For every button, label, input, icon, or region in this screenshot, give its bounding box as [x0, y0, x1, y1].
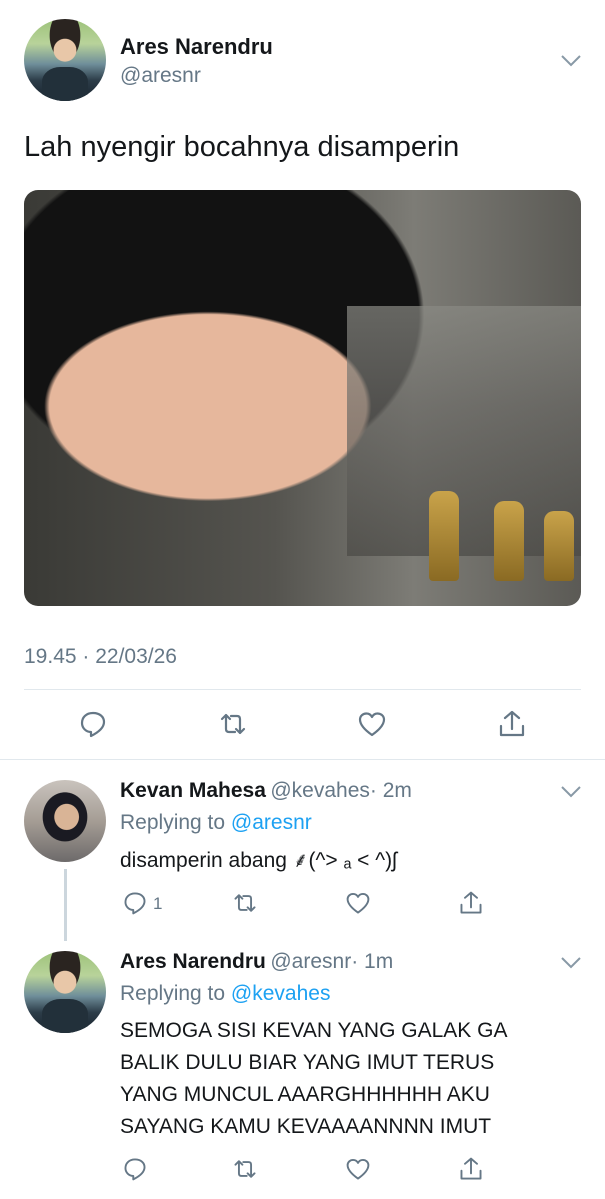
retweet-icon[interactable]	[232, 890, 258, 916]
chevron-down-icon[interactable]	[560, 956, 582, 970]
reply-header: Ares Narendru @aresnr· 1m	[120, 950, 393, 974]
author-name[interactable]: Ares Narendru	[120, 950, 266, 973]
reply-age: · 2m	[369, 779, 412, 802]
reply-text-line: SEMOGA SISI KEVAN YANG GALAK GA	[120, 1019, 508, 1042]
share-icon[interactable]	[458, 890, 484, 916]
retweet-icon[interactable]	[218, 709, 248, 739]
share-icon[interactable]	[497, 709, 527, 739]
share-icon[interactable]	[458, 1156, 484, 1182]
reply-age: · 1m	[351, 950, 394, 973]
retweet-icon[interactable]	[232, 1156, 258, 1182]
thread-connector	[64, 869, 67, 941]
heart-icon[interactable]	[345, 1156, 371, 1182]
reply-text: disamperin abang ⸙(^> ₐ < ^)ʃ	[120, 849, 397, 872]
speech-bubble-icon[interactable]	[122, 1156, 148, 1182]
author-name[interactable]: Ares Narendru	[120, 34, 273, 60]
replying-to: Replying to @kevahes	[120, 982, 331, 1005]
divider	[24, 689, 581, 690]
heart-icon[interactable]	[345, 890, 371, 916]
reply-text-line: SAYANG KAMU KEVAAAANNNN IMUT	[120, 1115, 492, 1138]
reply-count: 1	[153, 894, 163, 913]
author-name[interactable]: Kevan Mahesa	[120, 779, 266, 802]
avatar[interactable]	[24, 19, 106, 101]
tweet-photo[interactable]	[24, 190, 581, 606]
mention-link[interactable]: @kevahes	[231, 982, 331, 1005]
speech-bubble-icon[interactable]	[78, 709, 108, 739]
mention-link[interactable]: @aresnr	[231, 811, 312, 834]
speech-bubble-icon[interactable]	[122, 890, 148, 916]
chevron-down-icon[interactable]	[560, 54, 582, 68]
author-handle[interactable]: @aresnr	[120, 64, 201, 88]
tweet-timestamp[interactable]: 19.45 · 22/03/26	[24, 645, 177, 669]
reply-text: SEMOGA SISI KEVAN YANG GALAK GA BALIK DU…	[120, 1015, 507, 1143]
tweet-text: Lah nyengir bocahnya disamperin	[24, 131, 460, 163]
reply-text-line: BALIK DULU BIAR YANG IMUT TERUS	[120, 1051, 495, 1074]
reply-header: Kevan Mahesa @kevahes· 2m	[120, 779, 412, 803]
heart-icon[interactable]	[357, 709, 387, 739]
chevron-down-icon[interactable]	[560, 785, 582, 799]
author-handle[interactable]: @aresnr	[270, 950, 351, 973]
avatar[interactable]	[24, 951, 106, 1033]
avatar[interactable]	[24, 780, 106, 862]
divider	[0, 759, 605, 760]
author-handle[interactable]: @kevahes	[270, 779, 370, 802]
replying-to: Replying to @aresnr	[120, 811, 312, 834]
reply-text-line: YANG MUNCUL AAARGHHHHHH AKU	[120, 1083, 490, 1106]
